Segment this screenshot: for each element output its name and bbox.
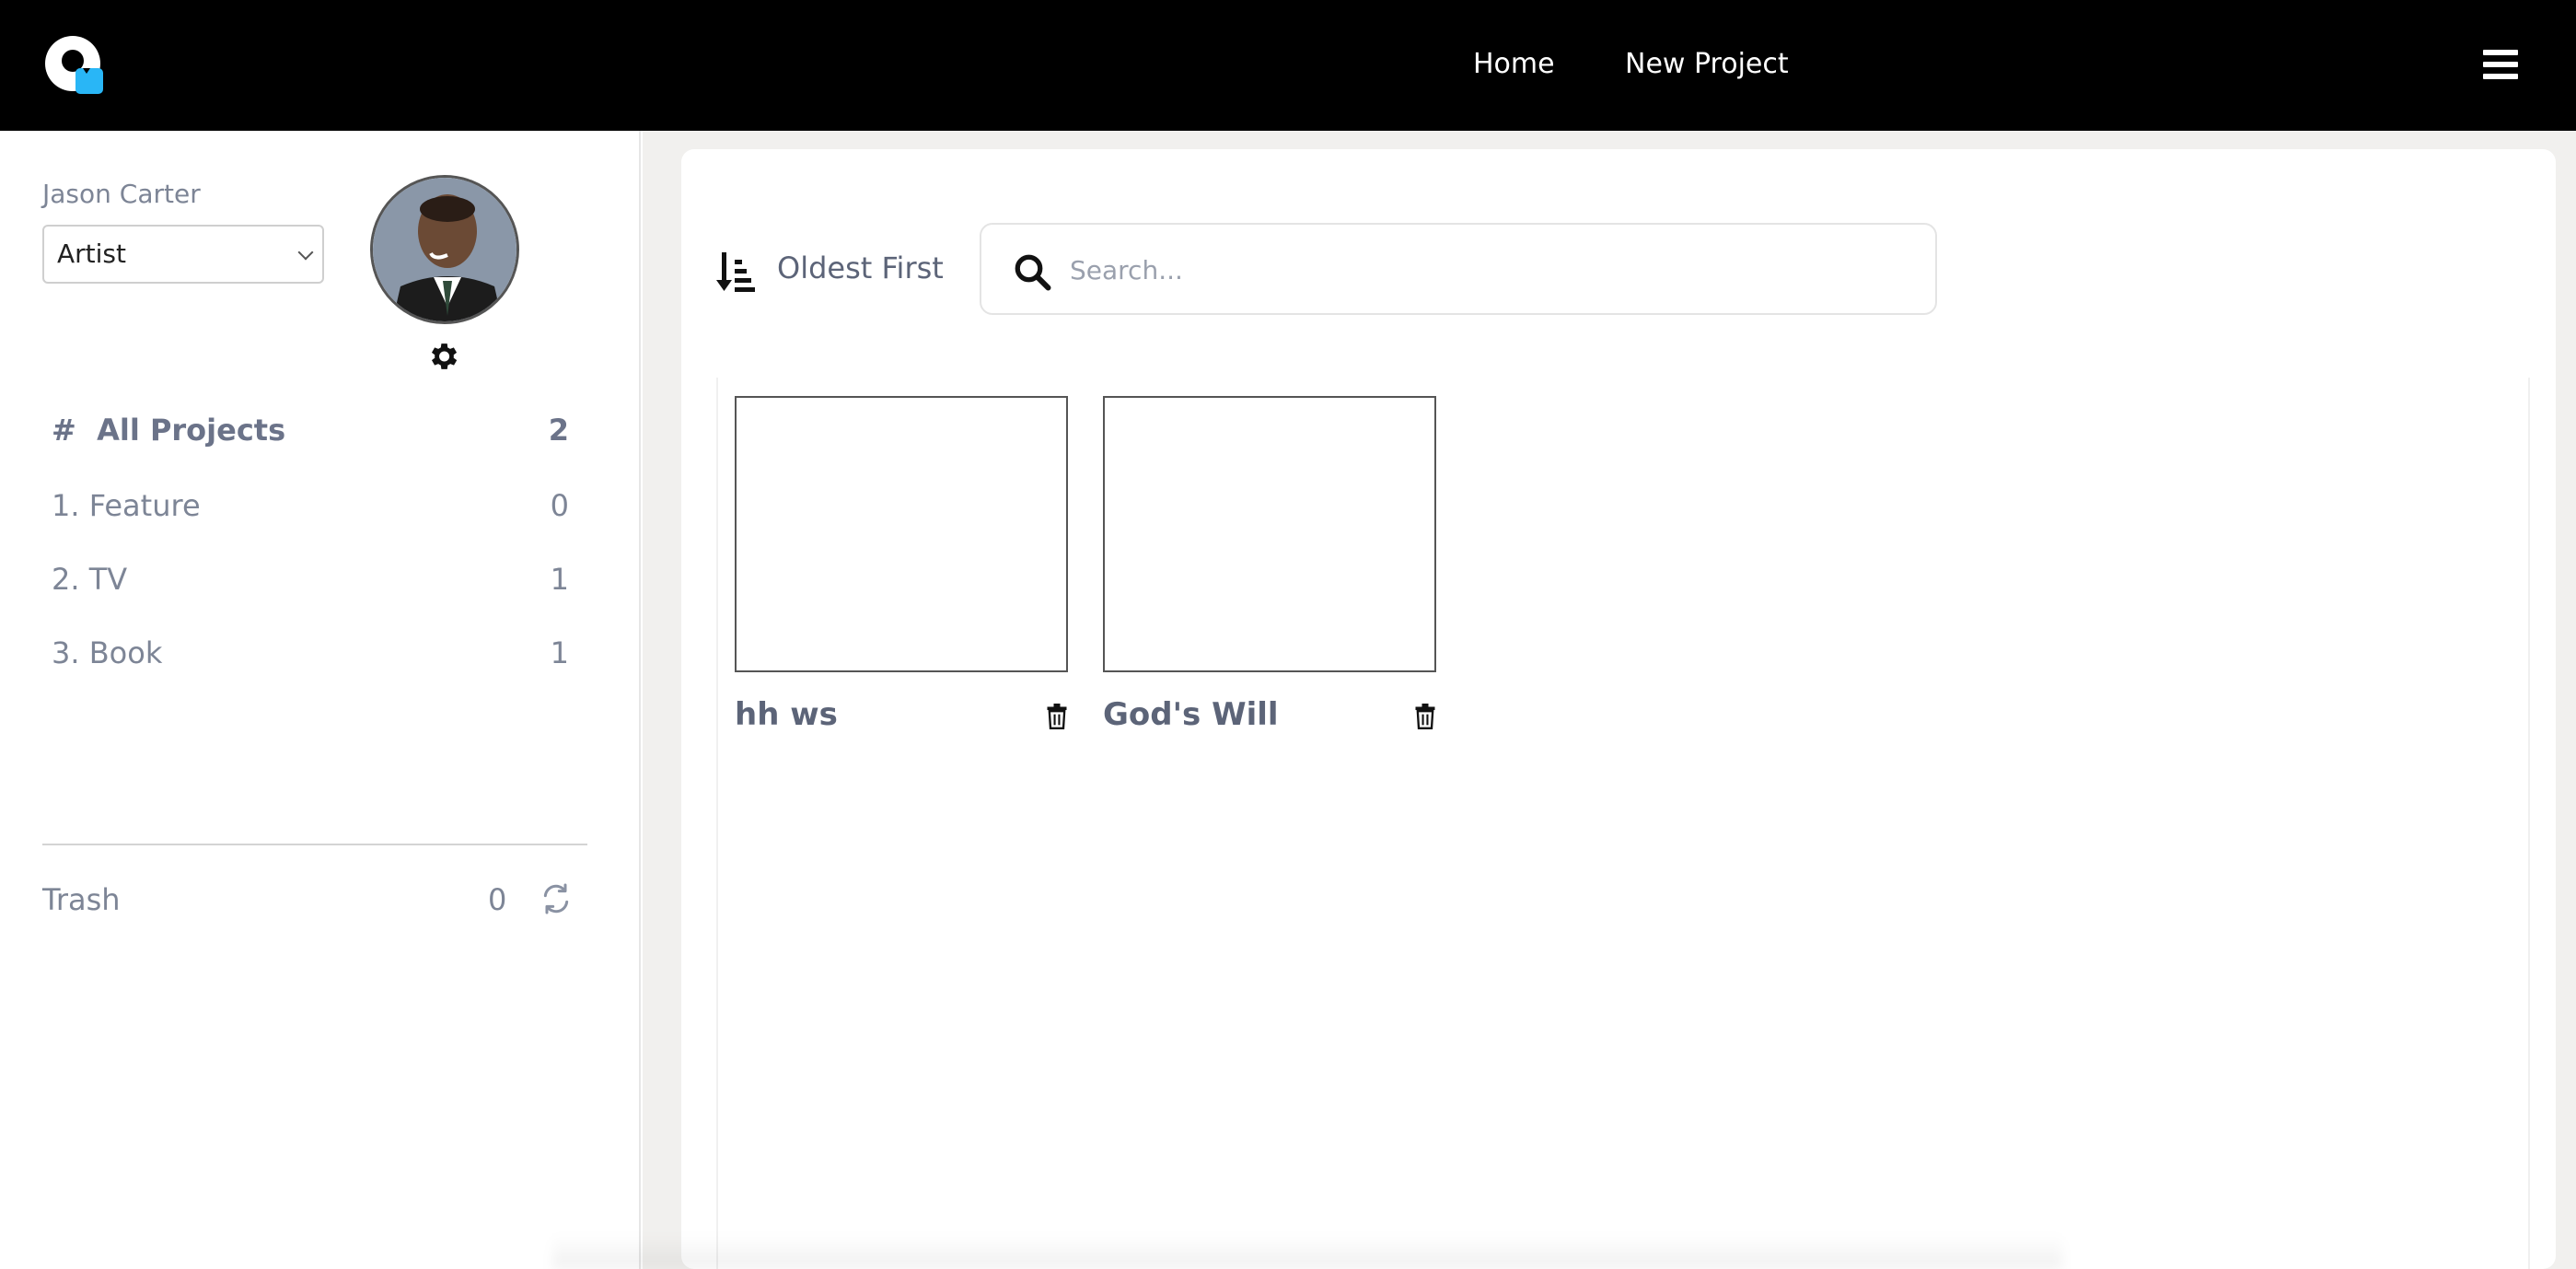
sidebar-item-count: 1	[550, 635, 569, 670]
sidebar-divider	[42, 844, 587, 845]
sidebar-item-tv[interactable]: 2. TV 1	[52, 556, 571, 602]
sidebar-item-feature[interactable]: 1. Feature 0	[52, 483, 571, 529]
user-name: Jason Carter	[42, 179, 201, 209]
sort-button[interactable]: Oldest First	[716, 245, 946, 300]
project-title[interactable]: God's Will	[1103, 696, 1279, 733]
gear-icon[interactable]	[425, 339, 460, 374]
trash-icon[interactable]	[1046, 704, 1068, 729]
project-thumbnail[interactable]	[1103, 396, 1436, 672]
project-title[interactable]: hh ws	[735, 696, 838, 733]
search-input[interactable]	[1070, 247, 1898, 293]
avatar[interactable]	[370, 175, 519, 324]
trash-count: 0	[488, 882, 507, 917]
bottom-shadow	[552, 1234, 2062, 1269]
search-icon	[1015, 254, 1051, 291]
role-select-value: Artist	[57, 239, 126, 269]
sidebar-item-label: 1. Feature	[52, 488, 201, 523]
sidebar-item-label: # All Projects	[52, 413, 286, 448]
nav-home-link[interactable]: Home	[1473, 44, 1555, 85]
sidebar-item-all-projects[interactable]: # All Projects 2	[52, 407, 571, 453]
sort-ascending-icon	[716, 252, 755, 292]
sidebar-item-trash[interactable]: Trash	[42, 882, 121, 917]
refresh-icon[interactable]	[538, 880, 574, 917]
hamburger-icon[interactable]	[2483, 50, 2518, 79]
project-card[interactable]: hh ws	[735, 396, 1068, 733]
sidebar-item-count: 0	[550, 488, 569, 523]
sidebar: Jason Carter Artist # All Projects 2 1. …	[0, 131, 641, 1269]
sort-label: Oldest First	[777, 250, 944, 285]
role-select[interactable]: Artist	[42, 225, 324, 284]
top-navbar: Home New Project	[0, 0, 2576, 131]
sidebar-item-book[interactable]: 3. Book 1	[52, 630, 571, 676]
nav-new-project-link[interactable]: New Project	[1625, 44, 1789, 85]
search-box[interactable]	[980, 223, 1937, 315]
sidebar-item-label: 2. TV	[52, 562, 128, 597]
chevron-down-icon	[297, 244, 314, 261]
sidebar-item-count: 1	[550, 562, 569, 597]
sidebar-item-label: 3. Book	[52, 635, 163, 670]
project-thumbnail[interactable]	[735, 396, 1068, 672]
app-logo-icon[interactable]	[42, 33, 107, 98]
trash-icon[interactable]	[1414, 704, 1436, 729]
sidebar-item-count: 2	[548, 413, 569, 448]
project-card[interactable]: God's Will	[1103, 396, 1436, 733]
